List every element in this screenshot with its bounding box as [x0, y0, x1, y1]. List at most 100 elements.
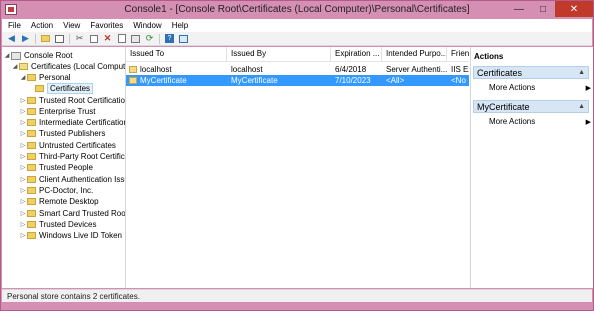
- tree-item-trusted-people[interactable]: ▷ Trusted People: [20, 162, 93, 173]
- tree-item-client-auth-issuers[interactable]: ▷ Client Authentication Issu: [20, 174, 126, 185]
- expand-icon[interactable]: ▷: [20, 119, 26, 126]
- tree-item-console-root[interactable]: ◢ Console Root: [4, 50, 73, 61]
- properties-icon[interactable]: [116, 33, 127, 44]
- title-bar[interactable]: Console1 - [Console Root\Certificates (L…: [1, 1, 593, 19]
- expand-icon[interactable]: ▷: [20, 153, 26, 160]
- back-arrow-icon[interactable]: ◀: [6, 33, 17, 44]
- collapse-icon[interactable]: ◢: [20, 74, 26, 81]
- action-section-mycertificate[interactable]: MyCertificate ▲: [473, 100, 589, 113]
- expand-icon[interactable]: ▷: [20, 176, 26, 183]
- tree-item-personal[interactable]: ◢ Personal: [20, 72, 71, 83]
- expand-icon[interactable]: ▷: [20, 187, 26, 194]
- tree-item-label: PC-Doctor, Inc.: [39, 186, 94, 195]
- tree-item-label: Enterprise Trust: [39, 107, 96, 116]
- tree-item-label: Personal: [39, 73, 71, 82]
- console-content: ◢ Console Root ◢ Certificates (Local Com…: [2, 47, 593, 288]
- toolbar-separator: [159, 33, 160, 44]
- expand-icon[interactable]: ▷: [20, 232, 26, 239]
- cut-icon[interactable]: ✂: [74, 33, 85, 44]
- table-row[interactable]: localhost localhost 6/4/2018 Server Auth…: [126, 64, 469, 75]
- folder-icon: [27, 119, 36, 126]
- window-title: Console1 - [Console Root\Certificates (L…: [124, 4, 470, 15]
- tree-item-pc-doctor[interactable]: ▷ PC-Doctor, Inc.: [20, 185, 94, 196]
- tree-item-label: Trusted Publishers: [39, 129, 106, 138]
- expand-icon[interactable]: ▷: [20, 130, 26, 137]
- action-section-label: MyCertificate: [477, 101, 530, 112]
- tree-item-label: Windows Live ID Token Is: [39, 231, 126, 240]
- expand-icon[interactable]: ▷: [20, 210, 26, 217]
- delete-icon[interactable]: ✕: [102, 33, 113, 44]
- table-row[interactable]: MyCertificate MyCertificate 7/10/2023 <A…: [126, 75, 469, 86]
- action-more-actions[interactable]: More Actions ▶: [489, 116, 591, 127]
- forward-arrow-icon[interactable]: ▶: [20, 33, 31, 44]
- expand-icon[interactable]: ▷: [20, 97, 26, 104]
- tree-item-trusted-devices[interactable]: ▷ Trusted Devices: [20, 219, 97, 230]
- column-header-intended-purposes[interactable]: Intended Purpo...: [382, 47, 447, 61]
- tree-item-certificates[interactable]: Certificates: [28, 83, 94, 94]
- folder-icon: [27, 153, 36, 160]
- toolbar-separator: [35, 33, 36, 44]
- folder-icon: [27, 232, 36, 239]
- status-text: Personal store contains 2 certificates.: [7, 291, 140, 301]
- export-icon[interactable]: [130, 33, 141, 44]
- certificate-list: Issued To Issued By Expiration ... Inten…: [126, 47, 469, 288]
- column-header-expiration[interactable]: Expiration ...: [331, 47, 382, 61]
- menu-action[interactable]: Action: [26, 21, 58, 30]
- folder-icon: [27, 130, 36, 137]
- up-folder-icon[interactable]: [40, 33, 51, 44]
- action-more-actions[interactable]: More Actions ▶: [489, 82, 591, 93]
- tree-item-intermediate[interactable]: ▷ Intermediate Certification: [20, 117, 125, 128]
- folder-icon: [27, 221, 36, 228]
- menu-favorites[interactable]: Favorites: [85, 21, 128, 30]
- show-hide-action-pane-icon[interactable]: [178, 33, 189, 44]
- submenu-arrow-icon: ▶: [585, 84, 591, 92]
- tree-item-trusted-root[interactable]: ▷ Trusted Root Certification: [20, 95, 126, 106]
- collapse-caret-icon[interactable]: ▲: [578, 103, 585, 110]
- action-section-certificates[interactable]: Certificates ▲: [473, 66, 589, 79]
- cell-expiration: 7/10/2023: [335, 76, 371, 85]
- tree-item-label: Client Authentication Issu: [39, 175, 126, 184]
- column-header-friendly-name[interactable]: Frien: [447, 47, 469, 61]
- collapse-icon[interactable]: ◢: [4, 52, 10, 59]
- tree-item-windows-live-id[interactable]: ▷ Windows Live ID Token Is: [20, 230, 126, 241]
- cell-issued-to: MyCertificate: [140, 76, 187, 85]
- tree-item-label: Remote Desktop: [39, 197, 99, 206]
- tree-item-untrusted[interactable]: ▷ Untrusted Certificates: [20, 140, 116, 151]
- column-header-issued-by[interactable]: Issued By: [227, 47, 331, 61]
- certificates-snapin-icon: [19, 63, 28, 70]
- expand-icon[interactable]: ▷: [20, 142, 26, 149]
- tree-item-smart-card-roots[interactable]: ▷ Smart Card Trusted Roots: [20, 208, 126, 219]
- tree-item-certificates-local-computer[interactable]: ◢ Certificates (Local Compute: [12, 61, 125, 72]
- tree-item-label: Smart Card Trusted Roots: [39, 209, 126, 218]
- refresh-icon[interactable]: ⟳: [144, 33, 155, 44]
- expand-icon[interactable]: ▷: [20, 108, 26, 115]
- column-header-issued-to[interactable]: Issued To: [126, 47, 227, 61]
- close-button[interactable]: ✕: [555, 1, 593, 17]
- show-hide-tree-icon[interactable]: [54, 33, 65, 44]
- folder-icon: [27, 74, 36, 81]
- tree-item-label: Trusted Devices: [39, 220, 97, 229]
- tree-item-label: Console Root: [24, 51, 73, 60]
- menu-view[interactable]: View: [58, 21, 85, 30]
- menu-file[interactable]: File: [2, 21, 26, 30]
- maximize-button[interactable]: □: [531, 1, 555, 17]
- expand-icon[interactable]: ▷: [20, 164, 26, 171]
- expand-icon[interactable]: ▷: [20, 221, 26, 228]
- folder-icon: [27, 198, 36, 205]
- collapse-caret-icon[interactable]: ▲: [578, 69, 585, 76]
- tree-item-trusted-publishers[interactable]: ▷ Trusted Publishers: [20, 128, 106, 139]
- cell-intended-purposes: Server Authenti...: [386, 65, 447, 74]
- help-icon[interactable]: ?: [164, 33, 175, 44]
- tree-item-third-party-root[interactable]: ▷ Third-Party Root Certificat: [20, 151, 125, 162]
- menu-window[interactable]: Window: [128, 21, 166, 30]
- menu-help[interactable]: Help: [167, 21, 193, 30]
- collapse-icon[interactable]: ◢: [12, 63, 18, 70]
- tree-item-remote-desktop[interactable]: ▷ Remote Desktop: [20, 196, 99, 207]
- expand-icon[interactable]: ▷: [20, 198, 26, 205]
- tree-item-label: Trusted Root Certification: [39, 96, 126, 105]
- actions-pane: Actions Certificates ▲ More Actions ▶ My…: [470, 47, 593, 288]
- cell-issued-to: localhost: [140, 65, 172, 74]
- tree-item-enterprise-trust[interactable]: ▷ Enterprise Trust: [20, 106, 96, 117]
- minimize-button[interactable]: —: [507, 1, 531, 17]
- copy-icon[interactable]: [88, 33, 99, 44]
